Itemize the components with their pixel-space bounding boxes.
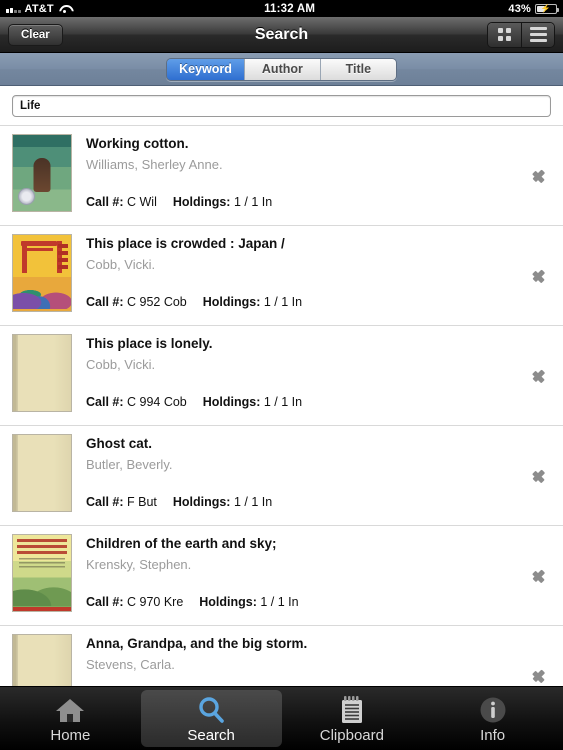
info-icon — [479, 695, 507, 725]
tab-home-label: Home — [50, 726, 91, 744]
scope-option-title[interactable]: Title — [319, 58, 396, 80]
scope-option-author[interactable]: Author — [243, 58, 320, 80]
list-view-icon[interactable] — [521, 22, 554, 47]
result-title: Working cotton. — [86, 136, 189, 151]
tab-info[interactable]: Info — [422, 687, 563, 750]
result-meta: Call #: C 994 Cob Holdings: 1 / 1 In — [86, 395, 517, 409]
search-input[interactable] — [12, 95, 551, 117]
result-title: Anna, Grandpa, and the big storm. — [86, 636, 308, 651]
chevron-right-icon — [532, 664, 547, 688]
holdings-value: 1 / 1 In — [233, 195, 273, 210]
result-author: Stevens, Carla. — [86, 656, 175, 672]
result-meta: Call #: C 970 Kre Holdings: 1 / 1 In — [86, 595, 517, 609]
call-number-label: Call #: — [86, 395, 124, 410]
scope-option-keyword[interactable]: Keyword — [167, 58, 244, 80]
result-info: Children of the earth and sky; Krensky, … — [86, 534, 517, 609]
chevron-right-icon — [532, 164, 547, 188]
table-row[interactable]: This place is crowded : Japan / Cobb, Vi… — [0, 225, 563, 325]
result-meta: Call #: C 952 Cob Holdings: 1 / 1 In — [86, 295, 517, 309]
app-root: AT&T 11:32 AM 43% ⚡ Clear Search Keyword… — [0, 0, 563, 750]
holdings-value: 1 / 1 In — [263, 295, 303, 310]
holdings-label: Holdings: — [202, 295, 261, 310]
search-field-container — [0, 86, 563, 125]
holdings-label: Holdings: — [202, 395, 261, 410]
call-number-label: Call #: — [86, 295, 124, 310]
result-author: Cobb, Vicki. — [86, 256, 156, 272]
result-title: This place is lonely. — [86, 336, 213, 351]
result-author: Krensky, Stephen. — [86, 556, 192, 572]
result-title: This place is crowded : Japan / — [86, 236, 285, 251]
book-cover-thumbnail — [12, 334, 72, 412]
result-info: This place is crowded : Japan / Cobb, Vi… — [86, 234, 517, 309]
call-number-value: C 952 Cob — [127, 295, 187, 310]
chevron-right-icon — [532, 464, 547, 488]
call-number-value: F But — [127, 495, 157, 510]
tab-search[interactable]: Search — [140, 690, 282, 747]
call-number-value: C 970 Kre — [127, 595, 184, 610]
page-title: Search — [254, 25, 309, 43]
tab-home[interactable]: Home — [0, 687, 141, 750]
call-number-value: C Wil — [127, 195, 157, 210]
clipboard-icon — [340, 695, 364, 725]
result-title: Children of the earth and sky; — [86, 536, 277, 551]
clear-button[interactable]: Clear — [8, 23, 63, 46]
search-scope-segmented-control[interactable]: Keyword Author Title — [166, 57, 397, 81]
table-row[interactable]: Ghost cat. Butler, Beverly. Call #: F Bu… — [0, 425, 563, 525]
tab-bar: Home Search Clipboard Info — [0, 686, 563, 750]
result-info: This place is lonely. Cobb, Vicki. Call … — [86, 334, 517, 409]
book-cover-thumbnail — [12, 534, 72, 612]
search-results-list: Working cotton. Williams, Sherley Anne. … — [0, 125, 563, 750]
result-info: Anna, Grandpa, and the big storm. Steven… — [86, 634, 517, 673]
result-author: Butler, Beverly. — [86, 456, 173, 472]
call-number-label: Call #: — [86, 595, 124, 610]
holdings-label: Holdings: — [172, 495, 231, 510]
home-icon — [55, 695, 85, 725]
view-mode-segmented-control[interactable] — [487, 21, 555, 48]
result-author: Cobb, Vicki. — [86, 356, 156, 372]
holdings-value: 1 / 1 In — [233, 495, 273, 510]
holdings-label: Holdings: — [172, 195, 231, 210]
tab-clipboard-label: Clipboard — [319, 726, 384, 744]
result-info: Working cotton. Williams, Sherley Anne. … — [86, 134, 517, 209]
navigation-bar: Clear Search — [0, 17, 563, 53]
tab-search-label: Search — [187, 726, 235, 744]
battery-percent-label: 43% — [508, 2, 531, 15]
wifi-icon — [58, 4, 71, 14]
chevron-right-icon — [532, 564, 547, 588]
tab-clipboard[interactable]: Clipboard — [282, 687, 423, 750]
result-author: Williams, Sherley Anne. — [86, 156, 223, 172]
signal-bars-icon — [6, 4, 21, 13]
book-cover-thumbnail — [12, 134, 72, 212]
call-number-label: Call #: — [86, 495, 124, 510]
status-bar-right: 43% ⚡ — [508, 2, 559, 15]
call-number-value: C 994 Cob — [127, 395, 187, 410]
search-scope-bar: Keyword Author Title — [0, 53, 563, 86]
table-row[interactable]: This place is lonely. Cobb, Vicki. Call … — [0, 325, 563, 425]
status-bar: AT&T 11:32 AM 43% ⚡ — [0, 0, 563, 17]
holdings-label: Holdings: — [199, 595, 257, 610]
holdings-value: 1 / 1 In — [263, 395, 303, 410]
result-meta: Call #: F But Holdings: 1 / 1 In — [86, 495, 517, 509]
result-meta: Call #: C Wil Holdings: 1 / 1 In — [86, 195, 517, 209]
chevron-right-icon — [532, 264, 547, 288]
table-row[interactable]: Working cotton. Williams, Sherley Anne. … — [0, 125, 563, 225]
result-info: Ghost cat. Butler, Beverly. Call #: F Bu… — [86, 434, 517, 509]
table-row[interactable]: Children of the earth and sky; Krensky, … — [0, 525, 563, 625]
tab-info-label: Info — [480, 726, 506, 744]
grid-view-icon[interactable] — [488, 22, 521, 47]
holdings-value: 1 / 1 In — [260, 595, 299, 610]
battery-charging-icon: ⚡ — [535, 3, 559, 14]
chevron-right-icon — [532, 364, 547, 388]
search-icon — [197, 695, 225, 725]
carrier-label: AT&T — [24, 2, 54, 15]
book-cover-thumbnail — [12, 234, 72, 312]
book-cover-thumbnail — [12, 434, 72, 512]
call-number-label: Call #: — [86, 195, 124, 210]
clock-label: 11:32 AM — [264, 2, 316, 15]
result-title: Ghost cat. — [86, 436, 153, 451]
status-bar-left: AT&T — [6, 3, 71, 15]
